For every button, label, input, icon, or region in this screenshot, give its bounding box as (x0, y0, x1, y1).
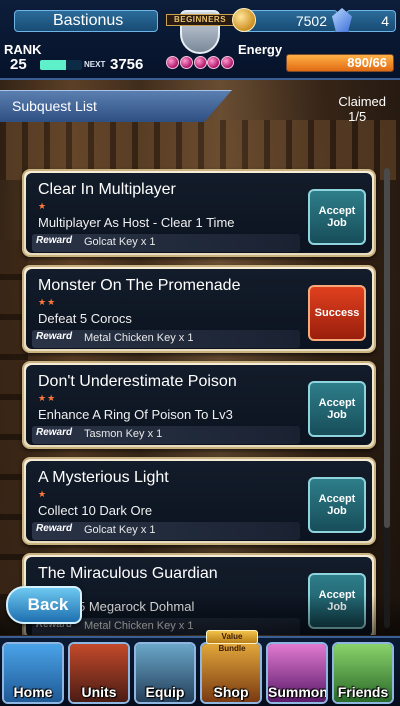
reward-bar: Reward Metal Chicken Key x 1 (32, 330, 300, 348)
accept-job-button[interactable]: Accept Job (308, 573, 366, 629)
energy-bar: 890/66 (286, 54, 394, 72)
star-icon: ★★ (38, 297, 57, 307)
quest-description: Enhance A Ring Of Poison To Lv3 (38, 407, 233, 422)
gil-icon (232, 8, 256, 32)
nav-label: Home (13, 684, 53, 700)
gem-icon (179, 56, 193, 69)
gem-icon (207, 56, 221, 69)
emblem-gems (166, 56, 234, 72)
reward-item: Golcat Key x 1 (84, 524, 156, 536)
gem-icon (193, 56, 207, 69)
rank-value: 25 (10, 56, 27, 73)
quest-card: A Mysterious Light ★ Collect 10 Dark Ore… (22, 457, 376, 545)
reward-bar: Reward Golcat Key x 1 (32, 234, 300, 252)
value-bundle-badge[interactable]: Value Bundle (206, 630, 258, 653)
quest-card-body: Clear In Multiplayer ★ Multiplayer As Ho… (26, 173, 372, 253)
claimed-counter: Claimed 1/5 (338, 94, 386, 124)
nav-label: Shop (213, 684, 249, 700)
reward-bar: Reward Tasmon Key x 1 (32, 426, 300, 444)
quest-card: Monster On The Promenade ★★ Defeat 5 Cor… (22, 265, 376, 353)
rank-label: RANK (4, 42, 42, 57)
quest-card-body: Monster On The Promenade ★★ Defeat 5 Cor… (26, 269, 372, 349)
quest-title: A Mysterious Light (38, 469, 169, 486)
nav-units[interactable]: Units (68, 642, 130, 704)
reward-item: Golcat Key x 1 (84, 236, 156, 248)
quest-title: The Miraculous Guardian (38, 565, 218, 582)
beginners-emblem: BEGINNERS (162, 0, 238, 80)
reward-item: Tasmon Key x 1 (84, 428, 163, 440)
bottom-nav: Home Units Equip Shop Summon Friends (0, 636, 400, 706)
quest-description: Collect 10 Dark Ore (38, 503, 153, 518)
quest-title: Monster On The Promenade (38, 277, 241, 294)
gem-icon (221, 56, 234, 69)
subquest-list[interactable]: Clear In Multiplayer ★ Multiplayer As Ho… (0, 165, 400, 635)
rank-progress-bar (40, 60, 82, 70)
star-icon: ★ (38, 489, 48, 499)
energy-label: Energy (238, 42, 283, 57)
back-button[interactable]: Back (6, 586, 82, 624)
lapis-counter: 4 (346, 10, 396, 32)
accept-job-button[interactable]: Accept Job (308, 189, 366, 245)
player-name: Bastionus (14, 10, 158, 32)
next-exp-value: 3756 (110, 56, 144, 73)
top-hud: Bastionus BEGINNERS 7502 4 RANK 25 NEXT … (0, 0, 400, 80)
nav-label: Friends (337, 684, 389, 700)
accept-job-button[interactable]: Accept Job (308, 477, 366, 533)
success-button[interactable]: Success (308, 285, 366, 341)
nav-label: Units (81, 684, 117, 700)
reward-label: Reward (36, 331, 73, 342)
emblem-banner: BEGINNERS (166, 14, 234, 26)
quest-card-body: A Mysterious Light ★ Collect 10 Dark Ore… (26, 461, 372, 541)
subquest-title: Subquest List (12, 98, 97, 114)
gem-icon (166, 56, 179, 69)
energy-value: 890/66 (347, 55, 387, 70)
reward-item: Metal Chicken Key x 1 (84, 332, 194, 344)
claimed-count: 1/5 (348, 109, 367, 124)
nav-home[interactable]: Home (2, 642, 64, 704)
star-icon: ★★ (38, 393, 57, 403)
reward-label: Reward (36, 427, 73, 438)
scrollbar-thumb[interactable] (384, 168, 390, 528)
nav-equip[interactable]: Equip (134, 642, 196, 704)
claimed-label: Claimed (338, 94, 386, 109)
quest-description: Defeat 5 Corocs (38, 311, 132, 326)
star-icon: ★ (38, 201, 48, 211)
quest-description: Multiplayer As Host - Clear 1 Time (38, 215, 235, 230)
quest-title: Clear In Multiplayer (38, 181, 176, 198)
quest-title: Don't Underestimate Poison (38, 373, 237, 390)
quest-card-body: Don't Underestimate Poison ★★ Enhance A … (26, 365, 372, 445)
quest-card: Clear In Multiplayer ★ Multiplayer As Ho… (22, 169, 376, 257)
nav-label: Equip (145, 684, 185, 700)
reward-label: Reward (36, 523, 73, 534)
reward-bar: Reward Golcat Key x 1 (32, 522, 300, 540)
nav-friends[interactable]: Friends (332, 642, 394, 704)
reward-item: Metal Chicken Key x 1 (84, 620, 194, 632)
accept-job-button[interactable]: Accept Job (308, 381, 366, 437)
nav-summon[interactable]: Summon (266, 642, 328, 704)
nav-label: Summon (268, 684, 328, 700)
reward-label: Reward (36, 235, 73, 246)
quest-card: Don't Underestimate Poison ★★ Enhance A … (22, 361, 376, 449)
next-label: NEXT (84, 60, 106, 69)
quest-description: 5 Megarock Dohmal (78, 599, 195, 614)
